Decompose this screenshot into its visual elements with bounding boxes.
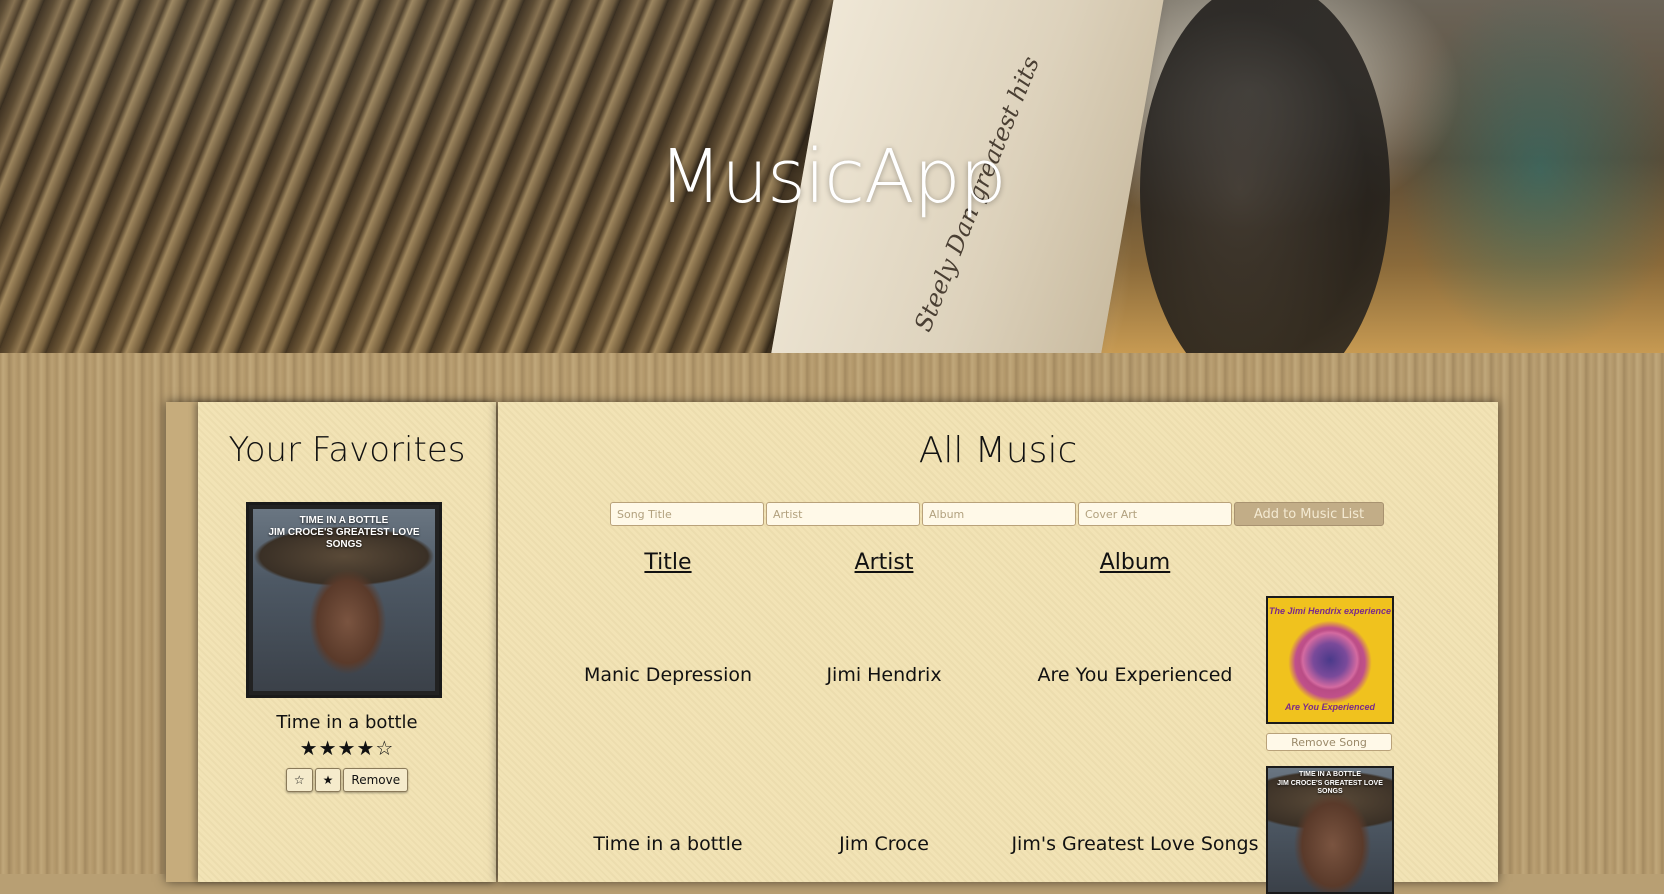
song-cover-image: TIME IN A BOTTLE JIM CROCE'S GREATEST LO… (1268, 768, 1392, 892)
song-artist: Jimi Hendrix (826, 664, 942, 686)
song-cover-line1: TIME IN A BOTTLE (1298, 771, 1362, 778)
favorite-rating-stars: ★★★★☆ (299, 736, 395, 760)
column-header-artist[interactable]: Artist (794, 550, 974, 575)
favorites-panel: Your Favorites TIME IN A BOTTLE JIM CROC… (166, 402, 496, 882)
remove-favorite-button[interactable]: Remove (343, 768, 409, 792)
favorite-cover-image: TIME IN A BOTTLE JIM CROCE'S GREATEST LO… (253, 509, 435, 691)
song-title: Time in a bottle (593, 833, 743, 855)
artist-input[interactable] (766, 502, 920, 526)
remove-song-button[interactable]: Remove Song (1266, 733, 1392, 751)
song-title: Manic Depression (583, 664, 753, 686)
hero-banner: Steely Dan greatest hits MusicApp (0, 0, 1664, 353)
song-artist: Jim Croce (839, 833, 929, 855)
favorites-heading: Your Favorites (228, 430, 466, 470)
favorite-actions: ☆ ★ Remove (198, 768, 496, 792)
song-cover-line2: Are You Experienced (1284, 702, 1376, 712)
song-cover-art: The Jimi Hendrix experience Are You Expe… (1266, 596, 1394, 724)
song-cover-art: TIME IN A BOTTLE JIM CROCE'S GREATEST LO… (1266, 766, 1394, 894)
song-cover-line2: JIM CROCE'S GREATEST LOVE SONGS (1277, 780, 1383, 796)
cover-art-input[interactable] (1078, 502, 1232, 526)
rate-down-button[interactable]: ☆ (285, 768, 313, 792)
song-cover-line1: The Jimi Hendrix experience (1268, 606, 1392, 616)
favorite-cover-line2: JIM CROCE'S GREATEST LOVE SONGS (268, 527, 420, 550)
all-music-panel: All Music Add to Music List Title Artist… (498, 402, 1498, 894)
favorites-panel-inner: Your Favorites TIME IN A BOTTLE JIM CROC… (198, 402, 496, 882)
song-title-input[interactable] (610, 502, 764, 526)
song-cover-image: The Jimi Hendrix experience Are You Expe… (1268, 598, 1392, 722)
all-music-heading: All Music (918, 430, 1078, 471)
column-header-album[interactable]: Album (1020, 550, 1250, 575)
app-title: MusicApp (658, 134, 1006, 220)
rate-up-button[interactable]: ★ (314, 768, 342, 792)
column-header-title[interactable]: Title (578, 550, 758, 575)
favorite-cover-art: TIME IN A BOTTLE JIM CROCE'S GREATEST LO… (246, 502, 442, 698)
song-album: Are You Experienced (1037, 664, 1233, 686)
album-input[interactable] (922, 502, 1076, 526)
song-album: Jim's Greatest Love Songs (1011, 833, 1259, 855)
favorite-cover-line1: TIME IN A BOTTLE (299, 515, 389, 526)
favorite-song-title: Time in a bottle (276, 712, 418, 733)
add-to-music-list-button[interactable]: Add to Music List (1234, 502, 1384, 526)
